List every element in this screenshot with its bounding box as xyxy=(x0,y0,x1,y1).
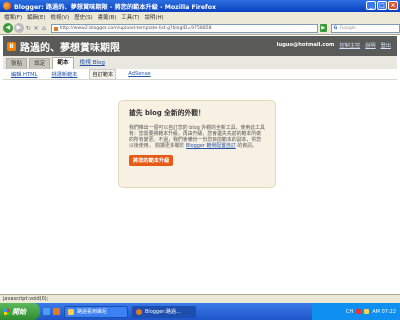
menu-edit[interactable]: 編輯(E) xyxy=(27,13,45,21)
ie-icon[interactable] xyxy=(43,308,50,315)
sub-tabs: 編輯 HTML 挑選新範本 自訂範本 AdSense xyxy=(3,68,397,80)
forward-icon[interactable]: ▶ xyxy=(13,23,24,33)
address-bar[interactable]: http://www2.blogger.com/upload-template-… xyxy=(50,23,318,33)
home-icon[interactable]: ⌂ xyxy=(41,24,48,33)
subtab-adsense[interactable]: AdSense xyxy=(126,70,152,78)
card-more-suffix: 的資訊。 xyxy=(237,143,257,150)
menu-file[interactable]: 檔案(F) xyxy=(4,13,22,21)
menu-bookmarks[interactable]: 書籤(B) xyxy=(98,13,117,21)
user-bar: luguo@hotmail.com 控制主控 說明 登出 xyxy=(277,42,391,49)
minimize-button[interactable]: _ xyxy=(366,1,376,10)
stop-icon[interactable]: ✕ xyxy=(33,24,40,33)
layouts-link[interactable]: Blogger 範例配置自訂 xyxy=(186,143,236,149)
back-icon[interactable]: ◀ xyxy=(3,23,13,33)
main-tabs: 張貼 設定 範本 檢視 Blog xyxy=(3,56,397,69)
blogger-logo-icon[interactable]: B xyxy=(7,41,16,51)
card-more-prefix: 閱讀更多關於 xyxy=(155,143,185,150)
network-icon[interactable] xyxy=(364,309,370,314)
tab-posting[interactable]: 張貼 xyxy=(6,58,28,69)
menu-view[interactable]: 檢視(V) xyxy=(51,13,70,21)
menu-help[interactable]: 說明(H) xyxy=(145,13,164,21)
user-email: luguo@hotmail.com xyxy=(276,42,335,48)
taskbar-item-folder[interactable]: 路過看到維尼 xyxy=(64,305,128,318)
firefox-quicklaunch-icon[interactable] xyxy=(53,308,60,315)
blog-title: 路過的、夢想賞味期限 xyxy=(20,42,120,54)
start-label: 開始 xyxy=(12,307,26,316)
subtab-customize[interactable]: 自訂範本 xyxy=(89,68,117,80)
signout-link[interactable]: 登出 xyxy=(381,42,391,49)
menu-bar: 檔案(F) 編輯(E) 檢視(V) 歷史(S) 書籤(B) 工具(T) 說明(H… xyxy=(0,12,400,22)
window-controls: _ □ × xyxy=(366,1,398,10)
tab-template[interactable]: 範本 xyxy=(52,57,74,69)
taskbar: 開始 路過看到維尼 Blogger:路過... CH AM 07:22 xyxy=(0,303,400,320)
upgrade-template-button[interactable]: 將您的範本升級 xyxy=(129,155,174,167)
upgrade-card: 搶先 blog 全新的外觀！ 我們推出一個可以自訂您的 blog 外觀的全新工具… xyxy=(118,100,276,188)
taskbar-item-firefox[interactable]: Blogger:路過... xyxy=(132,305,196,318)
search-input[interactable]: Google xyxy=(330,23,400,33)
tab-settings[interactable]: 設定 xyxy=(29,58,51,69)
status-bar: javascript:void(0); xyxy=(0,294,400,303)
window-title: Blogger: 路過的、夢想賞味期限 - 將您的範本升級 - Mozilla … xyxy=(14,3,216,11)
card-body: 我們推出一個可以自訂您的 blog 外觀的全新工具，使用此工具有：您需要將範本升… xyxy=(129,125,265,149)
subtab-pick-template[interactable]: 挑選新範本 xyxy=(49,70,79,79)
language-indicator[interactable]: CH xyxy=(346,309,353,315)
close-button[interactable]: × xyxy=(388,1,398,10)
subtab-edit-html[interactable]: 編輯 HTML xyxy=(9,70,39,79)
menu-history[interactable]: 歷史(S) xyxy=(74,13,92,21)
windows-logo-icon xyxy=(4,308,10,315)
firefox-icon xyxy=(3,2,11,10)
navigation-toolbar: ◀ ▶ ↻ ✕ ⌂ http://www2.blogger.com/upload… xyxy=(0,22,400,35)
tab-view-blog[interactable]: 檢視 Blog xyxy=(76,58,109,69)
card-heading: 搶先 blog 全新的外觀！ xyxy=(129,109,205,117)
dashboard-link[interactable]: 控制主控 xyxy=(339,42,360,49)
blogger-header: B 路過的、夢想賞味期限 luguo@hotmail.com 控制主控 說明 登… xyxy=(3,36,397,56)
start-button[interactable]: 開始 xyxy=(0,303,40,320)
go-button[interactable]: ▶ xyxy=(319,24,327,32)
clock: AM 07:22 xyxy=(372,308,396,315)
antivirus-icon[interactable] xyxy=(356,309,362,314)
help-link[interactable]: 說明 xyxy=(365,42,375,49)
menu-tools[interactable]: 工具(T) xyxy=(121,13,139,21)
maximize-button[interactable]: □ xyxy=(377,1,387,10)
system-tray: CH AM 07:22 xyxy=(312,303,400,320)
reload-icon[interactable]: ↻ xyxy=(25,24,32,33)
title-bar: Blogger: 路過的、夢想賞味期限 - 將您的範本升級 - Mozilla … xyxy=(0,0,400,12)
